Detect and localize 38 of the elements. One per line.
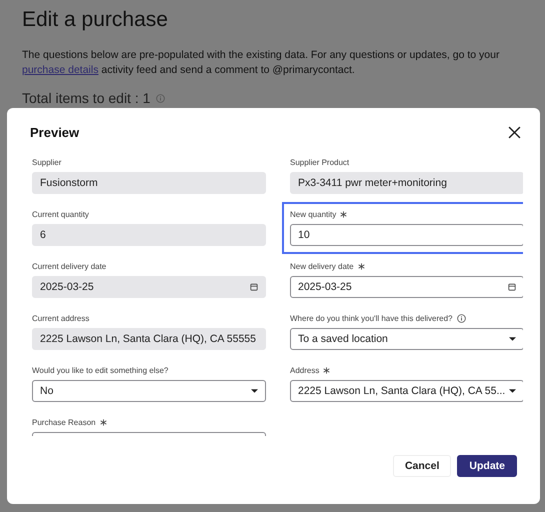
field-label: Where do you think you'll have this delivered?	[290, 314, 453, 322]
info-icon	[156, 94, 166, 102]
caret-icon	[251, 389, 258, 393]
calendar-icon	[508, 283, 516, 291]
date-field: 2025-03-25	[32, 276, 266, 298]
field-label: Supplier Product	[290, 158, 350, 166]
required-asterisk-icon	[100, 418, 107, 426]
dialog-title: Preview	[30, 124, 80, 140]
cancel-button[interactable]: Cancel	[392, 455, 452, 477]
field-label: New quantity	[290, 210, 336, 218]
field-label: Would you like to edit something else?	[32, 366, 168, 374]
update-button[interactable]: Update	[457, 455, 517, 477]
caret-icon	[509, 337, 516, 341]
dropdown[interactable]: To a saved location	[290, 328, 523, 350]
required-asterisk-icon	[340, 210, 348, 218]
field-label: Current delivery date	[32, 262, 106, 270]
required-asterisk-icon	[323, 366, 330, 374]
dropdown[interactable]: 2225 Lawson Ln, Santa Clara (HQ), CA 55...	[290, 380, 523, 402]
required-asterisk-icon	[358, 262, 365, 270]
date-field[interactable]: 2025-03-25	[290, 276, 523, 298]
calendar-icon	[250, 283, 258, 291]
field-label: Supplier	[32, 158, 62, 166]
readonly-field: Fusionstorm	[32, 172, 266, 194]
caret-icon	[509, 389, 516, 393]
field-label: Purchase Reason	[32, 418, 96, 426]
field-label: New delivery date	[290, 262, 354, 270]
field-label: Current address	[32, 314, 90, 322]
page-title: Edit a purchase	[22, 7, 169, 33]
field-label: Address	[290, 366, 320, 374]
input-field[interactable]: 10	[290, 224, 523, 246]
readonly-field: Px3-3411 pwr meter+monitoring	[290, 172, 523, 194]
intro-text: The questions below are pre-populated with the existing data. For any questions or updates, go to your purchase details activity feed and send a comment to @primarycontact.	[22, 48, 500, 78]
total-items-text: Total items to edit : 1	[22, 90, 150, 106]
info-icon	[456, 314, 466, 322]
readonly-field: 6	[32, 224, 266, 246]
dropdown[interactable]: No	[32, 380, 266, 402]
readonly-field: 2225 Lawson Ln, Santa Clara (HQ), CA 55555	[32, 328, 266, 350]
field-label: Current quantity	[32, 210, 89, 218]
